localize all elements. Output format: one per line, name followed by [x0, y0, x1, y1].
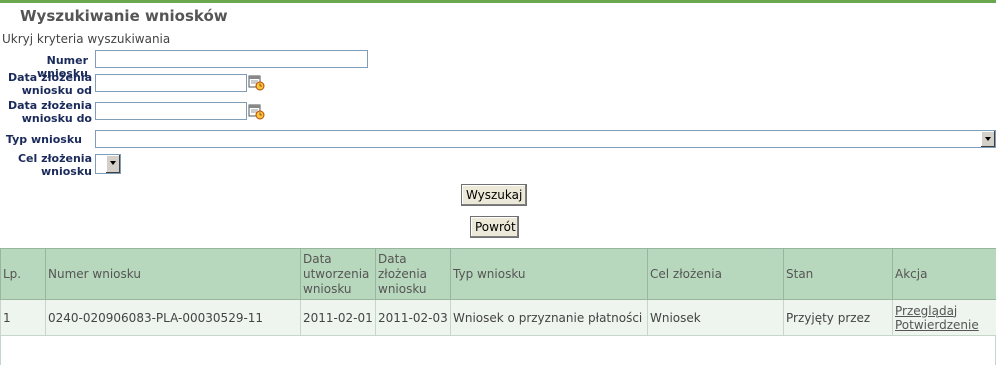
toggle-criteria-link[interactable]: Ukryj kryteria wyszukiwania — [2, 32, 170, 46]
cell-typ: Wniosek o przyznanie płatności — [450, 299, 648, 336]
cell-cel: Wniosek — [647, 299, 784, 336]
data-od-input[interactable] — [95, 74, 247, 92]
page-title: Wyszukiwanie wniosków — [20, 7, 228, 25]
chevron-down-icon[interactable] — [105, 155, 120, 173]
potwierdzenie-link[interactable]: Potwierdzenie — [895, 318, 994, 332]
column-header-cel: Cel złożenia — [647, 248, 784, 300]
results-table: Lp. Numer wniosku Data utworzenia wniosk… — [0, 248, 996, 336]
column-header-data-utworzenia: Data utworzenia wniosku — [300, 248, 376, 300]
cell-data-utworzenia: 2011-02-01 — [300, 299, 376, 336]
search-button[interactable]: Wyszukaj — [461, 184, 527, 206]
table-row: 1 0240-020906083-PLA-00030529-11 2011-02… — [0, 299, 996, 336]
cell-stan: Przyjęty przez — [783, 299, 893, 336]
przegladaj-link[interactable]: Przeglądaj — [895, 304, 994, 318]
cell-akcja: Przeglądaj Potwierdzenie — [892, 299, 996, 336]
calendar-clock-icon[interactable] — [248, 74, 265, 91]
cell-numer: 0240-020906083-PLA-00030529-11 — [45, 299, 301, 336]
calendar-clock-icon[interactable] — [248, 103, 265, 120]
table-header-row: Lp. Numer wniosku Data utworzenia wniosk… — [0, 248, 996, 300]
column-header-akcja: Akcja — [892, 248, 996, 300]
back-button[interactable]: Powrót — [470, 216, 519, 238]
column-header-typ: Typ wniosku — [450, 248, 648, 300]
cel-zlozenia-label: Cel złożenia wniosku — [17, 152, 92, 178]
chevron-down-icon[interactable] — [980, 131, 995, 147]
cell-data-zlozenia: 2011-02-03 — [375, 299, 451, 336]
data-od-label: Data złożenia wniosku od — [8, 71, 92, 97]
column-header-lp: Lp. — [0, 248, 46, 300]
data-do-label: Data złożenia wniosku do — [8, 99, 92, 125]
column-header-stan: Stan — [783, 248, 893, 300]
column-header-numer: Numer wniosku — [45, 248, 301, 300]
typ-wniosku-label: Typ wniosku — [5, 133, 82, 146]
typ-wniosku-select[interactable] — [95, 130, 996, 148]
cell-lp: 1 — [0, 299, 46, 336]
cel-zlozenia-select[interactable] — [95, 154, 121, 174]
top-accent-line — [0, 0, 996, 3]
data-do-input[interactable] — [95, 102, 247, 120]
column-header-data-zlozenia: Data złożenia wniosku — [375, 248, 451, 300]
numer-wniosku-input[interactable] — [95, 50, 368, 68]
table-empty-area — [0, 335, 996, 365]
